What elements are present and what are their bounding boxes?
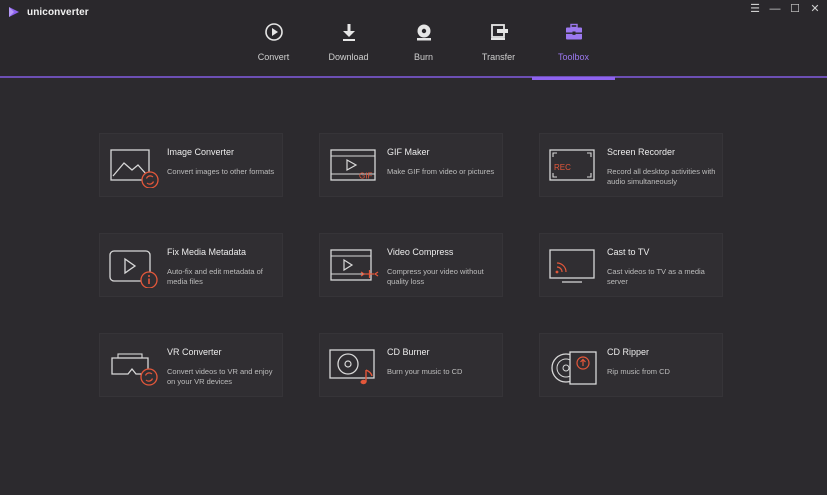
tab-convert[interactable]: Convert bbox=[236, 18, 311, 76]
tool-title: GIF Maker bbox=[387, 147, 430, 157]
tab-download[interactable]: Download bbox=[311, 18, 386, 76]
window-controls: ☰ — ☐ ✕ bbox=[749, 3, 821, 15]
tab-label: Download bbox=[328, 52, 369, 62]
image-convert-icon bbox=[110, 149, 159, 188]
toolbox-icon bbox=[563, 21, 585, 43]
video-compress-icon bbox=[330, 249, 379, 281]
tab-burn[interactable]: Burn bbox=[386, 18, 461, 76]
gif-icon: GIF bbox=[330, 149, 376, 181]
cd-rip-icon bbox=[551, 351, 597, 385]
tool-description: Make GIF from video or pictures bbox=[387, 167, 495, 176]
tab-transfer[interactable]: Transfer bbox=[461, 18, 536, 76]
svg-text:REC: REC bbox=[554, 163, 571, 172]
tab-label: Transfer bbox=[481, 52, 516, 62]
tool-card-vr-converter[interactable]: VR Converter Convert videos to VR and en… bbox=[99, 333, 283, 397]
svg-text:GIF: GIF bbox=[359, 172, 372, 181]
tool-card-image-converter[interactable]: Image Converter Convert images to other … bbox=[99, 133, 283, 197]
tool-description: Rip music from CD bbox=[607, 367, 670, 376]
app-brand: uniconverter bbox=[7, 5, 89, 19]
main-tabs: Convert Download Burn Transfer Toolbox bbox=[236, 18, 615, 80]
tool-description: Compress your video without quality loss bbox=[387, 267, 484, 286]
app-logo-icon bbox=[9, 7, 19, 17]
tool-description: Convert videos to VR and enjoy on your V… bbox=[167, 367, 273, 386]
tool-card-cd-burner[interactable]: CD Burner Burn your music to CD bbox=[319, 333, 503, 397]
tool-title: Video Compress bbox=[387, 247, 454, 257]
title-bar: uniconverter ☰ — ☐ ✕ Convert Download Bu… bbox=[0, 0, 827, 80]
metadata-icon bbox=[109, 250, 158, 288]
burn-icon bbox=[413, 21, 435, 43]
tool-description: Cast videos to TV as a media server bbox=[607, 267, 705, 286]
tool-title: Image Converter bbox=[167, 147, 235, 157]
tool-description: Record all desktop activities with audio… bbox=[607, 167, 716, 186]
tool-card-cast-to-tv[interactable]: Cast to TV Cast videos to TV as a media … bbox=[539, 233, 723, 297]
tool-title: Screen Recorder bbox=[607, 147, 676, 157]
cast-tv-icon bbox=[549, 249, 595, 283]
app-name: uniconverter bbox=[27, 6, 89, 18]
tool-card-cd-ripper[interactable]: CD Ripper Rip music from CD bbox=[539, 333, 723, 397]
tool-title: VR Converter bbox=[167, 347, 222, 357]
tab-label: Toolbox bbox=[557, 52, 590, 62]
tool-description: Auto-fix and edit metadata of media file… bbox=[167, 267, 263, 286]
tool-description: Convert images to other formats bbox=[167, 167, 275, 176]
tool-card-screen-recorder[interactable]: REC Screen Recorder Record all desktop a… bbox=[539, 133, 723, 197]
close-icon[interactable]: ✕ bbox=[809, 3, 821, 15]
tool-title: Cast to TV bbox=[607, 247, 650, 257]
toolbox-grid: Image Converter Convert images to other … bbox=[99, 133, 723, 397]
tool-card-gif-maker[interactable]: GIF GIF Maker Make GIF from video or pic… bbox=[319, 133, 503, 197]
transfer-icon bbox=[488, 21, 510, 43]
vr-icon bbox=[111, 353, 158, 386]
tab-toolbox[interactable]: Toolbox bbox=[532, 18, 615, 80]
tab-label: Convert bbox=[257, 52, 290, 62]
screen-record-icon: REC bbox=[549, 149, 595, 181]
tool-title: CD Ripper bbox=[607, 347, 650, 357]
tab-label: Burn bbox=[413, 52, 433, 62]
maximize-icon[interactable]: ☐ bbox=[789, 3, 801, 15]
convert-icon bbox=[263, 21, 285, 43]
tool-card-fix-media-metadata[interactable]: Fix Media Metadata Auto-fix and edit met… bbox=[99, 233, 283, 297]
tool-title: Fix Media Metadata bbox=[167, 247, 247, 257]
tool-title: CD Burner bbox=[387, 347, 430, 357]
cd-burn-icon bbox=[329, 349, 375, 385]
tool-description: Burn your music to CD bbox=[387, 367, 463, 376]
minimize-icon[interactable]: — bbox=[769, 3, 781, 15]
tool-card-video-compress[interactable]: Video Compress Compress your video witho… bbox=[319, 233, 503, 297]
menu-icon[interactable]: ☰ bbox=[749, 3, 761, 15]
download-icon bbox=[338, 21, 360, 43]
